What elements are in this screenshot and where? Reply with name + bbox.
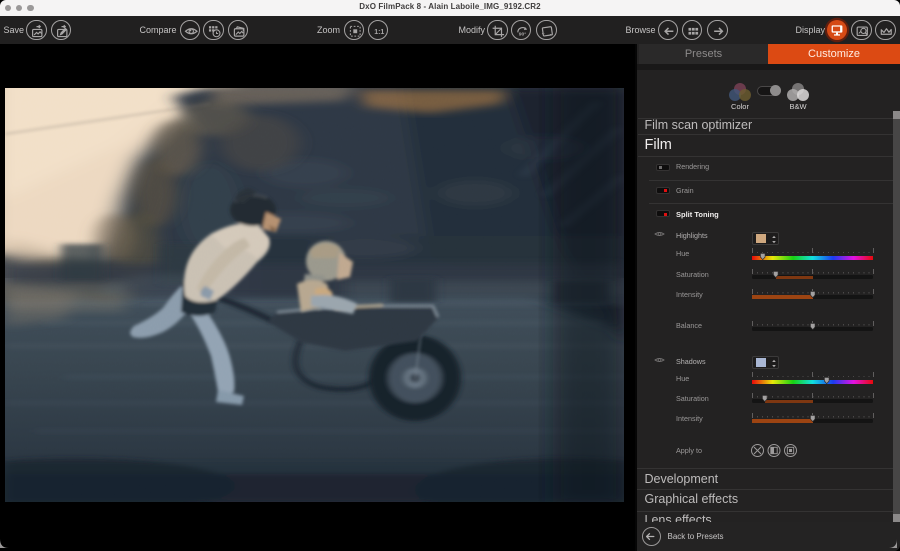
svg-text:90°: 90° [518,31,526,37]
svg-text:1:1: 1:1 [374,29,384,36]
